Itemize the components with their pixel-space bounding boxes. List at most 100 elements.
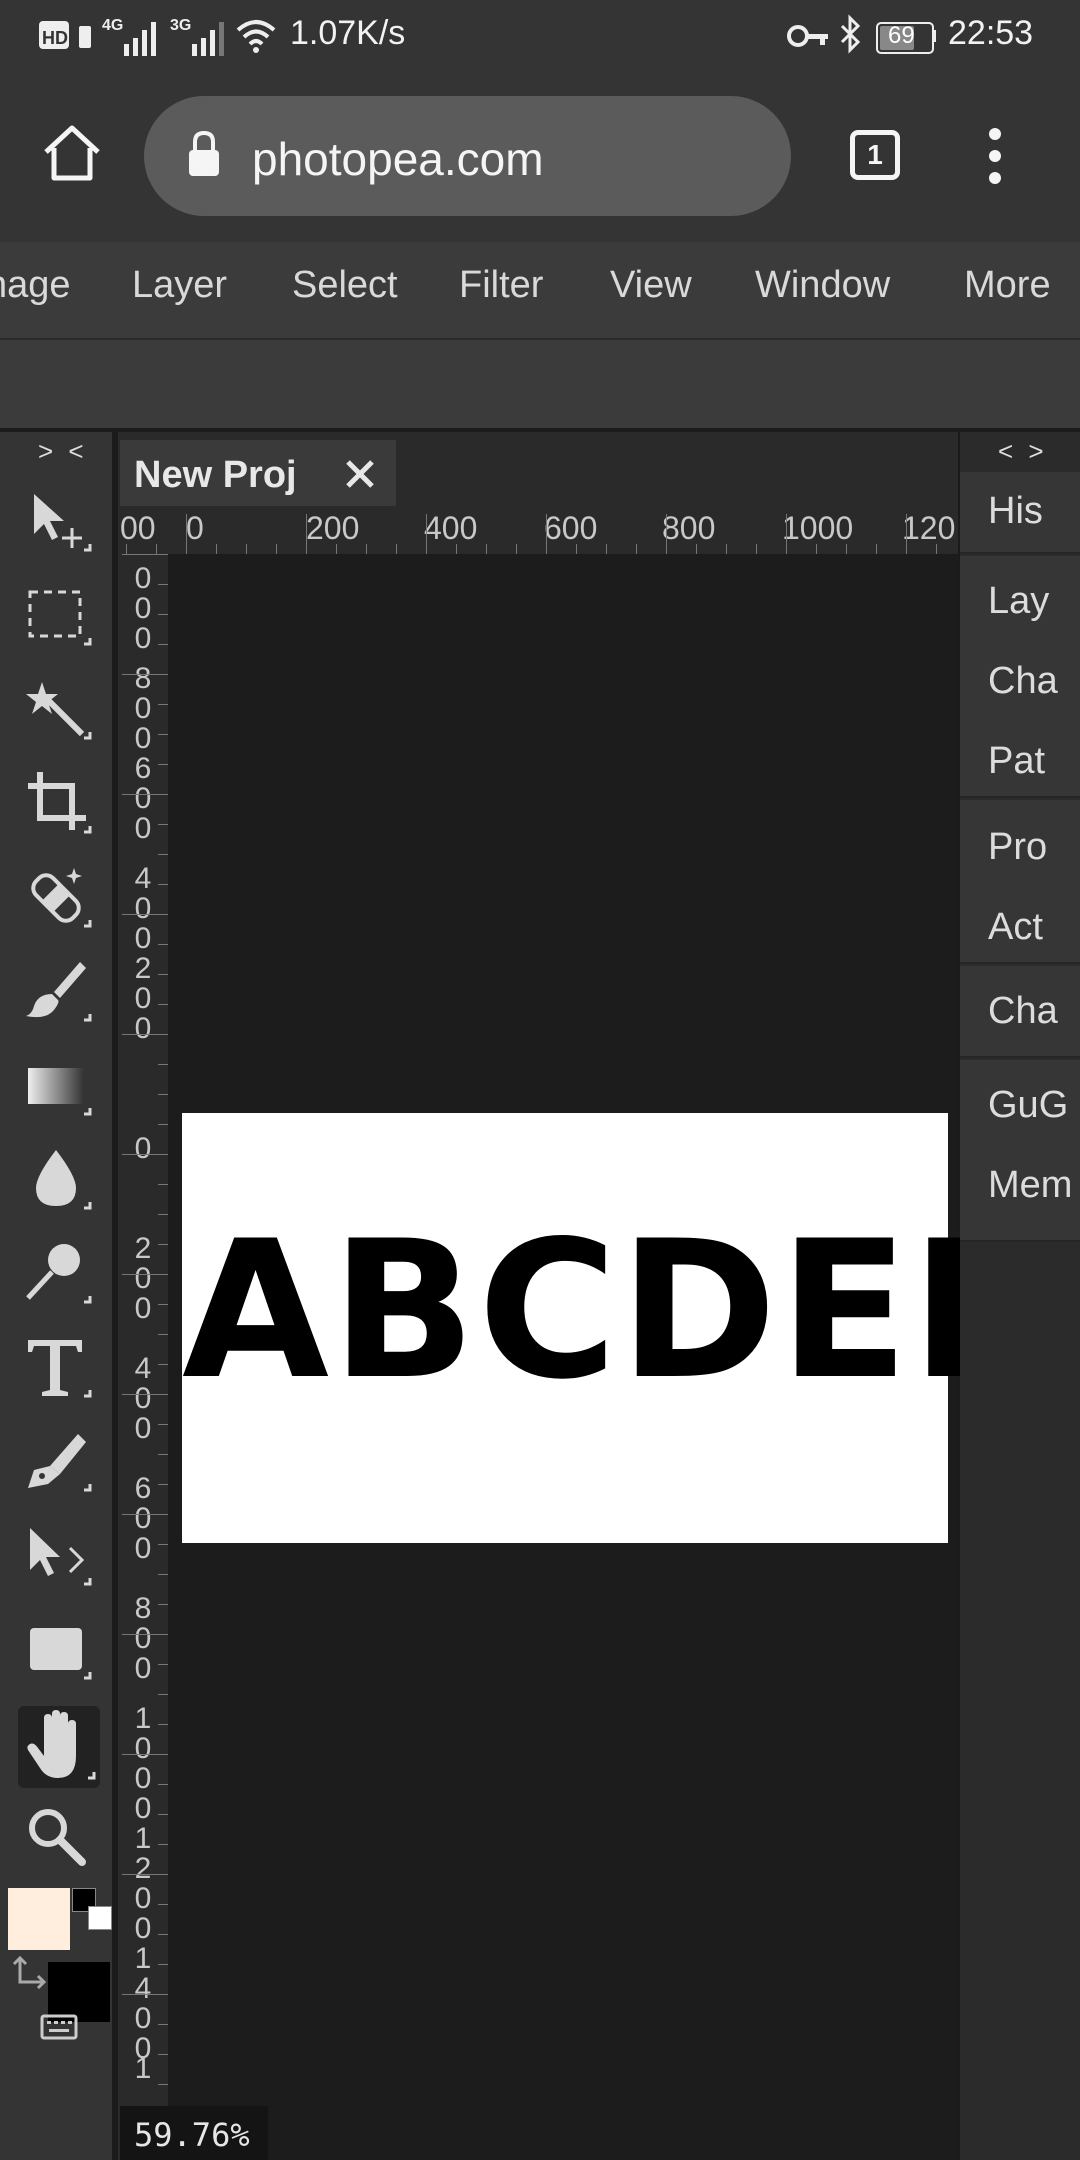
canvas-workspace[interactable]: ABCDEF — [168, 554, 1041, 2160]
address-bar[interactable]: photopea.com — [144, 96, 791, 216]
ruler-tick — [122, 1034, 168, 1035]
shape-tool[interactable] — [20, 1612, 96, 1688]
ruler-tick — [516, 544, 517, 554]
ruler-tick — [158, 1364, 168, 1365]
ruler-tick — [158, 2024, 168, 2025]
panel-history[interactable]: His — [988, 490, 1043, 533]
menu-filter[interactable]: Filter — [459, 264, 543, 307]
bandage-icon — [31, 868, 92, 928]
tab-count: 1 — [867, 139, 883, 170]
menu-view[interactable]: View — [610, 264, 692, 307]
panel-properties[interactable]: Pro — [988, 826, 1047, 869]
panel-guides[interactable]: GuG — [988, 1084, 1068, 1127]
menu-image[interactable]: nage — [0, 264, 71, 307]
ruler-label: 6 0 0 — [134, 1472, 152, 1565]
menu-select[interactable]: Select — [292, 264, 398, 307]
ruler-tick — [636, 544, 637, 554]
ruler-label: 4 0 0 — [134, 1352, 152, 1445]
ruler-tick — [158, 1214, 168, 1215]
toolbox: > < — [0, 432, 112, 2160]
ruler-tick — [336, 544, 337, 554]
3g-signal-icon: 3G — [170, 17, 224, 56]
ruler-label: 1000 — [782, 510, 854, 546]
hand-tool[interactable] — [18, 1706, 100, 1788]
ruler-tick — [158, 734, 168, 735]
ruler-tick — [696, 544, 697, 554]
ruler-tick — [216, 544, 217, 554]
ruler-tick — [158, 1814, 168, 1815]
document-tabs: New Proj — [118, 432, 958, 506]
toolbox-collapse-toggle[interactable]: > < — [38, 436, 88, 467]
ruler-tick — [426, 514, 427, 554]
ruler-tick — [158, 1784, 168, 1785]
dodge-icon — [26, 1244, 92, 1304]
ruler-tick — [158, 1724, 168, 1725]
ruler-tick — [158, 1544, 168, 1545]
blur-tool[interactable] — [20, 1142, 96, 1218]
rect-select-icon — [28, 590, 92, 646]
ruler-tick — [486, 544, 487, 554]
ruler-tick — [156, 544, 157, 554]
dodge-tool[interactable] — [20, 1236, 96, 1312]
menu-window[interactable]: Window — [755, 264, 890, 307]
foreground-color-swatch[interactable] — [8, 1888, 70, 1950]
vertical-ruler: 0 0 08 0 06 0 04 0 02 0 002 0 04 0 06 0 … — [118, 554, 169, 2160]
ruler-tick — [122, 794, 168, 795]
move-arrow-icon — [34, 494, 92, 552]
vpn-key-icon — [787, 25, 828, 47]
ruler-label: 1 0 0 0 — [134, 1702, 152, 1825]
ruler-tick — [158, 1604, 168, 1605]
ruler-tick — [816, 544, 817, 554]
keyboard-icon[interactable] — [40, 2012, 80, 2042]
panel-group-1: His — [960, 472, 1080, 554]
ruler-tick — [306, 514, 307, 554]
brush-tool[interactable] — [20, 954, 96, 1030]
panel-character[interactable]: Cha — [988, 990, 1058, 1033]
document-tab-title: New Proj — [134, 454, 297, 496]
ruler-tick — [158, 1664, 168, 1665]
swap-colors-icon[interactable] — [12, 1954, 48, 1990]
marquee-tool[interactable] — [20, 578, 96, 654]
pen-tool[interactable] — [20, 1424, 96, 1500]
panel-memory[interactable]: Mem — [988, 1164, 1072, 1207]
home-icon[interactable] — [40, 122, 104, 186]
ruler-tick — [846, 544, 847, 554]
ruler-label: 1 — [134, 2052, 152, 2085]
svg-text:4G: 4G — [102, 17, 123, 34]
type-tool[interactable] — [20, 1330, 96, 1406]
path-select-tool[interactable] — [20, 1518, 96, 1594]
ruler-tick — [158, 2054, 168, 2055]
ruler-tick — [122, 1874, 168, 1875]
ruler-tick — [936, 544, 937, 554]
panel-actions[interactable]: Act — [988, 906, 1043, 949]
ruler-label: 0 — [134, 1132, 152, 1165]
crop-tool[interactable] — [20, 766, 96, 842]
menu-more[interactable]: More — [964, 264, 1051, 307]
ruler-tick — [158, 1934, 168, 1935]
magic-wand-tool[interactable] — [20, 672, 96, 748]
gradient-tool[interactable] — [20, 1048, 96, 1124]
ruler-tick — [122, 1994, 168, 1995]
zoom-level[interactable]: 59.76% — [120, 2106, 268, 2160]
panel-paths[interactable]: Pat — [988, 740, 1045, 783]
panel-layers[interactable]: Lay — [988, 580, 1049, 623]
move-tool[interactable] — [20, 484, 96, 560]
close-icon[interactable] — [342, 456, 378, 492]
ruler-tick — [246, 544, 247, 554]
ruler-tick — [126, 544, 127, 554]
ruler-tick — [158, 1094, 168, 1095]
panels-collapse-toggle[interactable]: < > — [998, 436, 1048, 467]
zoom-tool[interactable] — [20, 1800, 96, 1876]
panel-group-5: GuG Mem — [960, 1060, 1080, 1242]
wifi-icon — [236, 20, 276, 53]
panel-channels[interactable]: Cha — [988, 660, 1058, 703]
tab-switcher-button[interactable]: 1 — [850, 130, 900, 180]
ruler-tick — [158, 944, 168, 945]
menu-layer[interactable]: Layer — [132, 264, 227, 307]
artboard[interactable]: ABCDEF — [182, 1113, 1041, 1543]
ruler-tick — [122, 554, 168, 555]
clock: 22:53 — [948, 14, 1034, 52]
document-tab[interactable]: New Proj — [120, 440, 396, 506]
healing-tool[interactable] — [20, 860, 96, 936]
overflow-menu-icon[interactable] — [980, 124, 1010, 188]
